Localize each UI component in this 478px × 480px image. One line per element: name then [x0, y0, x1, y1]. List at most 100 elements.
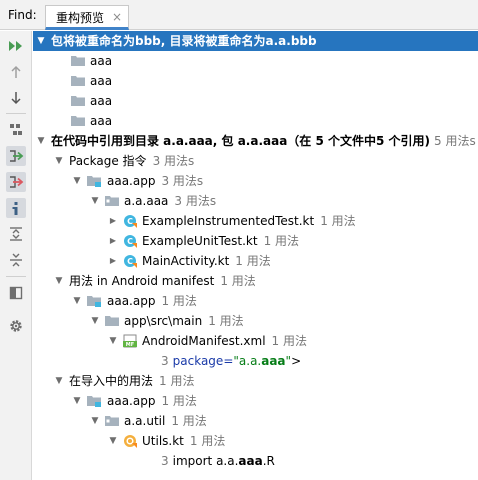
usage-count: 3 用法s [161, 174, 204, 188]
tree-root-header[interactable]: ▼ 包将被重命名为bbb, 目录将被重命名为a.a.bbb [33, 31, 478, 51]
chevron-down-icon[interactable]: ▼ [71, 291, 83, 311]
settings-button[interactable] [6, 316, 26, 336]
usage-count: 1 用法 [171, 414, 207, 428]
tab-label: 重构预览 [56, 11, 105, 25]
code-equals: = [223, 354, 234, 368]
directory-node[interactable]: ▼ app\src\main 1 用法 [33, 311, 478, 331]
references-header-label: 在代码中引用到目录 a.a.aaa, 包 a.a.aaa（在 5 个文件中5 个… [51, 134, 431, 148]
list-item[interactable]: aaa [33, 71, 478, 91]
kotlin-class-icon: C [124, 255, 137, 268]
usage-count: 1 用法 [271, 334, 307, 348]
chevron-down-icon[interactable]: ▼ [107, 431, 119, 451]
usage-group-android-manifest[interactable]: ▼ 用法 in Android manifest 1 用法 [33, 271, 478, 291]
directory-label: app\src\main [124, 314, 203, 328]
usage-count: 1 用法 [263, 234, 300, 248]
manifest-file-icon: MF [123, 334, 137, 348]
module-folder-icon [87, 395, 101, 407]
previous-occurrence-button[interactable] [6, 62, 26, 82]
usage-group-package-directive[interactable]: ▼ Package 指令 3 用法s [33, 151, 478, 171]
package-label: a.a.util [124, 414, 166, 428]
chevron-right-icon[interactable]: ▶ [107, 251, 119, 271]
file-label: ExampleUnitTest.kt [142, 234, 258, 248]
chevron-down-icon[interactable]: ▼ [89, 411, 101, 431]
code-string-prefix: "a.a. [233, 354, 262, 368]
chevron-down-icon[interactable]: ▼ [71, 171, 83, 191]
dir-label: aaa [90, 114, 113, 128]
references-header[interactable]: ▼ 在代码中引用到目录 a.a.aaa, 包 a.a.aaa（在 5 个文件中5… [33, 131, 478, 151]
file-node[interactable]: ▼ MF AndroidManifest.xml 1 用法 [33, 331, 478, 351]
next-occurrence-button[interactable] [6, 88, 26, 108]
svg-text:MF: MF [126, 342, 134, 348]
folder-icon [105, 316, 119, 326]
file-node[interactable]: ▼ Utils.kt 1 用法 [33, 431, 478, 451]
file-node[interactable]: ▶ C MainActivity.kt 1 用法 [33, 251, 478, 271]
chevron-down-icon[interactable]: ▼ [89, 191, 101, 211]
references-count: 5 用法s [434, 134, 476, 148]
chevron-down-icon[interactable]: ▼ [53, 151, 65, 171]
chevron-down-icon[interactable]: ▼ [89, 311, 101, 331]
usage-count: 1 用法 [161, 294, 197, 308]
kotlin-class-icon: C [124, 215, 137, 228]
usage-count: 1 用法 [235, 254, 271, 268]
code-match: aaa [261, 354, 286, 368]
module-node[interactable]: ▼ aaa.app 1 用法 [33, 391, 478, 411]
file-label: MainActivity.kt [142, 254, 230, 268]
module-label: aaa.app [107, 174, 156, 188]
chevron-down-icon[interactable]: ▼ [71, 391, 83, 411]
file-node[interactable]: ▶ C ExampleInstrumentedTest.kt 1 用法 [33, 211, 478, 231]
usage-line[interactable]: 3 import a.a. aaa .R [33, 451, 478, 471]
usage-group-imports[interactable]: ▼ 在导入中的用法 1 用法 [33, 371, 478, 391]
collapse-all-button[interactable] [6, 250, 26, 270]
show-write-access-icon [10, 176, 24, 188]
show-imports-button[interactable] [6, 198, 26, 218]
chevron-down-icon[interactable]: ▼ [107, 331, 119, 351]
tab-refactoring-preview[interactable]: 重构预览 × [45, 5, 129, 30]
chevron-right-icon[interactable]: ▶ [107, 211, 119, 231]
previous-occurrence-icon [11, 65, 21, 78]
package-label: a.a.aaa [124, 194, 169, 208]
close-tab-icon[interactable]: × [112, 10, 122, 24]
folder-icon [71, 116, 85, 126]
group-by-button[interactable] [6, 120, 26, 140]
settings-icon [10, 320, 22, 332]
left-toolbar [0, 31, 32, 480]
usage-count: 3 用法s [152, 154, 195, 168]
package-folder-icon [105, 416, 119, 426]
file-label: AndroidManifest.xml [142, 334, 266, 348]
preview-panel-icon [9, 286, 23, 300]
list-item[interactable]: aaa [33, 51, 478, 71]
folder-icon [71, 96, 85, 106]
folder-icon [71, 56, 85, 66]
file-node[interactable]: ▶ C ExampleUnitTest.kt 1 用法 [33, 231, 478, 251]
usage-count: 1 用法 [161, 394, 197, 408]
show-read-access-button[interactable] [6, 146, 26, 166]
usage-line[interactable]: 3 package = "a.a. aaa " > [33, 351, 478, 371]
module-label: aaa.app [107, 294, 156, 308]
chevron-down-icon[interactable]: ▼ [35, 131, 47, 151]
root-header-label: 包将被重命名为bbb, 目录将被重命名为a.a.bbb [51, 34, 317, 48]
module-node[interactable]: ▼ aaa.app 1 用法 [33, 291, 478, 311]
run-refactoring-button[interactable] [6, 36, 26, 56]
module-folder-icon [87, 175, 101, 187]
line-number: 3 [161, 354, 169, 368]
package-node[interactable]: ▼ a.a.aaa 3 用法s [33, 191, 478, 211]
chevron-down-icon[interactable]: ▼ [53, 371, 65, 391]
list-item[interactable]: aaa [33, 111, 478, 131]
group-label: 在导入中的用法 [69, 374, 154, 388]
chevron-down-icon[interactable]: ▼ [53, 271, 65, 291]
package-node[interactable]: ▼ a.a.util 1 用法 [33, 411, 478, 431]
usage-count: 1 用法 [159, 374, 195, 388]
preview-panel-button[interactable] [6, 283, 26, 303]
code-attribute: package [172, 354, 224, 368]
list-item[interactable]: aaa [33, 91, 478, 111]
chevron-down-icon[interactable]: ▼ [35, 31, 47, 51]
module-node[interactable]: ▼ aaa.app 3 用法s [33, 171, 478, 191]
show-write-access-button[interactable] [6, 172, 26, 192]
toolbar-separator [6, 113, 26, 114]
kotlin-class-icon: C [124, 235, 137, 248]
group-label: 用法 in Android manifest [69, 274, 215, 288]
chevron-right-icon[interactable]: ▶ [107, 231, 119, 251]
run-refactoring-icon [9, 41, 22, 51]
show-imports-icon [12, 202, 18, 215]
expand-all-button[interactable] [6, 224, 26, 244]
